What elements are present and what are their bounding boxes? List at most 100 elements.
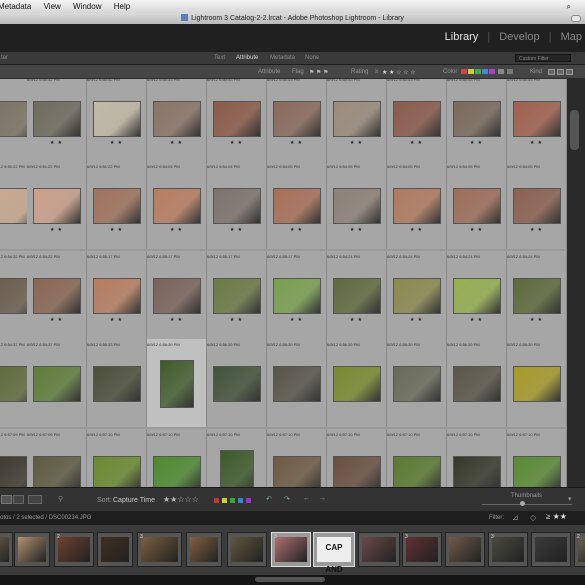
grid-cell[interactable]: 6/9/12 6:56:39 PM — [267, 339, 327, 427]
sort-dropdown[interactable]: Capture Time — [113, 497, 155, 504]
photo-thumbnail[interactable] — [214, 279, 260, 313]
thumbnail-size-slider[interactable] — [482, 504, 572, 505]
photo-thumbnail[interactable] — [274, 279, 320, 313]
menu-metadata[interactable]: Metadata — [0, 2, 31, 11]
photo-thumbnail[interactable] — [334, 102, 380, 136]
photo-thumbnail[interactable] — [454, 279, 500, 313]
photo-thumbnail[interactable] — [94, 367, 140, 401]
kind-video-filter[interactable] — [566, 69, 573, 75]
filter-none-tab[interactable]: None — [305, 55, 319, 61]
cell-rating-stars[interactable]: ★ ★ — [87, 227, 146, 233]
color-blue-filter[interactable] — [482, 69, 488, 74]
photo-thumbnail[interactable] — [34, 102, 80, 136]
color-green-filter[interactable] — [475, 69, 481, 74]
cell-rating-stars[interactable]: ★ ★ — [387, 140, 446, 146]
color-yellow-filter[interactable] — [468, 69, 474, 74]
photo-thumbnail[interactable] — [394, 189, 440, 223]
cell-rating-stars[interactable]: ★ ★ — [207, 227, 266, 233]
photo-thumbnail[interactable] — [454, 102, 500, 136]
photo-thumbnail[interactable] — [334, 279, 380, 313]
photo-thumbnail[interactable] — [274, 189, 320, 223]
grid-cell[interactable]: 6/9/12 6:50:52 PM ★ ★ — [27, 79, 87, 162]
photo-thumbnail[interactable] — [94, 279, 140, 313]
cell-rating-stars[interactable]: ★ ★ — [267, 140, 326, 146]
label-green-button[interactable] — [230, 498, 235, 503]
photo-thumbnail[interactable] — [34, 457, 80, 487]
cell-rating-stars[interactable]: ★ ★ — [87, 317, 146, 323]
photo-thumbnail[interactable] — [394, 102, 440, 136]
cell-rating-stars[interactable]: ★ ★ — [447, 317, 506, 323]
grid-cell[interactable]: 6/9/12 6:54:05 PM ★ ★ — [507, 161, 567, 249]
photo-thumbnail[interactable] — [334, 367, 380, 401]
cell-rating-stars[interactable]: ★ ★ — [267, 227, 326, 233]
grid-cell[interactable]: 6/9/12 6:56:39 PM — [447, 339, 507, 427]
thumbnail-slider-handle[interactable] — [520, 501, 525, 506]
photo-thumbnail[interactable] — [454, 457, 500, 487]
grid-cell[interactable]: 6/9/12 6:56:39 PM — [147, 339, 207, 427]
grid-cell[interactable]: 6/9/12 6:54:22 PM ★ ★ — [27, 251, 87, 339]
cell-rating-stars[interactable]: ★ ★ — [447, 140, 506, 146]
filmstrip-thumbnail[interactable]: 3 — [402, 532, 442, 567]
cell-rating-stars[interactable]: ★ ★ — [387, 317, 446, 323]
toolbar-toggle-button[interactable] — [571, 15, 581, 22]
color-purple-filter[interactable] — [489, 69, 495, 74]
grid-cell[interactable]: 6/9/12 6:50:53 PM ★ ★ — [327, 79, 387, 162]
filter-text-tab[interactable]: Text — [214, 55, 225, 61]
filmstrip-thumbnail[interactable] — [14, 532, 50, 567]
grid-cell[interactable]: 6/9/12 6:57:10 PM — [147, 429, 207, 487]
grid-cell[interactable]: 6/9/12 6:50:53 PM ★ ★ — [207, 79, 267, 162]
grid-cell[interactable]: 6/9/12 6:54:05 PM ★ ★ — [267, 161, 327, 249]
photo-thumbnail[interactable] — [34, 367, 80, 401]
cell-rating-stars[interactable]: ★ ★ — [147, 227, 206, 233]
filmstrip-thumbnail[interactable] — [358, 532, 400, 567]
grid-cell[interactable]: 6/9/12 6:57:10 PM — [507, 429, 567, 487]
grid-scroll-thumb[interactable] — [570, 110, 579, 150]
grid-cell[interactable]: 6/9/12 6:50:53 PM ★ ★ — [267, 79, 327, 162]
photo-thumbnail[interactable] — [514, 279, 560, 313]
photo-thumbnail[interactable] — [214, 102, 260, 136]
filmstrip-thumbnail[interactable] — [0, 532, 13, 567]
cell-rating-stars[interactable]: ★ ★ — [87, 140, 146, 146]
grid-cell[interactable]: 6/9/12 6:54:04 PM ★ ★ — [207, 161, 267, 249]
cell-rating-stars[interactable]: ★ ★ — [327, 227, 386, 233]
grid-cell[interactable]: 6/9/12 6:54:05 PM ★ ★ — [327, 161, 387, 249]
grid-cell[interactable]: 6/9/12 6:57:10 PM — [207, 429, 267, 487]
photo-thumbnail[interactable] — [274, 367, 320, 401]
photo-thumbnail[interactable] — [34, 279, 80, 313]
filmstrip-thumbnail[interactable]: 3 — [488, 532, 528, 567]
filmstrip-thumbnail[interactable] — [97, 532, 133, 567]
grid-cell[interactable]: 6/9/12 6:51:22 PM ★ ★ — [87, 161, 147, 249]
kind-copy-filter[interactable] — [557, 69, 564, 75]
grid-cell[interactable]: 6/9/12 6:55:17 PM ★ ★ — [87, 251, 147, 339]
cell-rating-stars[interactable]: ★ ★ — [207, 140, 266, 146]
photo-thumbnail[interactable] — [154, 189, 200, 223]
grid-cell[interactable]: 6/9/12 6:56:39 PM — [207, 339, 267, 427]
label-purple-button[interactable] — [246, 498, 251, 503]
cell-rating-stars[interactable]: ★ ★ — [147, 317, 206, 323]
grid-view-button[interactable] — [1, 495, 12, 504]
custom-filter-dropdown[interactable]: Custom Filter — [515, 54, 571, 62]
photo-thumbnail[interactable] — [454, 367, 500, 401]
grid-cell[interactable]: 6/9/12 6:54:04 PM ★ ★ — [147, 161, 207, 249]
photo-thumbnail[interactable] — [94, 102, 140, 136]
photo-thumbnail[interactable] — [154, 279, 200, 313]
filmstrip-thumbnail[interactable]: CAP AND — [313, 532, 355, 574]
cell-rating-stars[interactable]: ★ ★ — [327, 140, 386, 146]
cell-rating-stars[interactable]: ★ ★ — [147, 140, 206, 146]
grid-cell[interactable]: 6/9/12 6:57:10 PM — [87, 429, 147, 487]
cell-rating-stars[interactable]: ★ ★ — [27, 227, 86, 233]
grid-cell[interactable]: 6/9/12 6:57:10 PM — [387, 429, 447, 487]
grid-cell[interactable]: 6/9/12 6:55:17 PM ★ ★ — [267, 251, 327, 339]
grid-cell[interactable]: 6/9/12 6:57:10 PM — [267, 429, 327, 487]
menu-view[interactable]: View — [44, 2, 61, 11]
grid-cell[interactable]: 6/9/12 6:54:24 PM ★ ★ — [387, 251, 447, 339]
filmstrip-lock-icon[interactable]: ⊿ — [512, 513, 519, 522]
module-library[interactable]: Library — [445, 31, 479, 43]
grid-cell[interactable]: 6/9/12 6:51:22 PM ★ ★ — [27, 161, 87, 249]
toolbar-menu-icon[interactable]: ▾ — [568, 495, 572, 503]
compare-view-button[interactable] — [28, 495, 42, 504]
grid-cell[interactable]: 6/9/12 6:57:10 PM — [447, 429, 507, 487]
flag-icons[interactable]: ⚑ ⚑ ⚑ — [309, 69, 328, 76]
filmstrip-thumbnail[interactable]: 2 — [574, 532, 585, 567]
photo-thumbnail[interactable] — [274, 102, 320, 136]
